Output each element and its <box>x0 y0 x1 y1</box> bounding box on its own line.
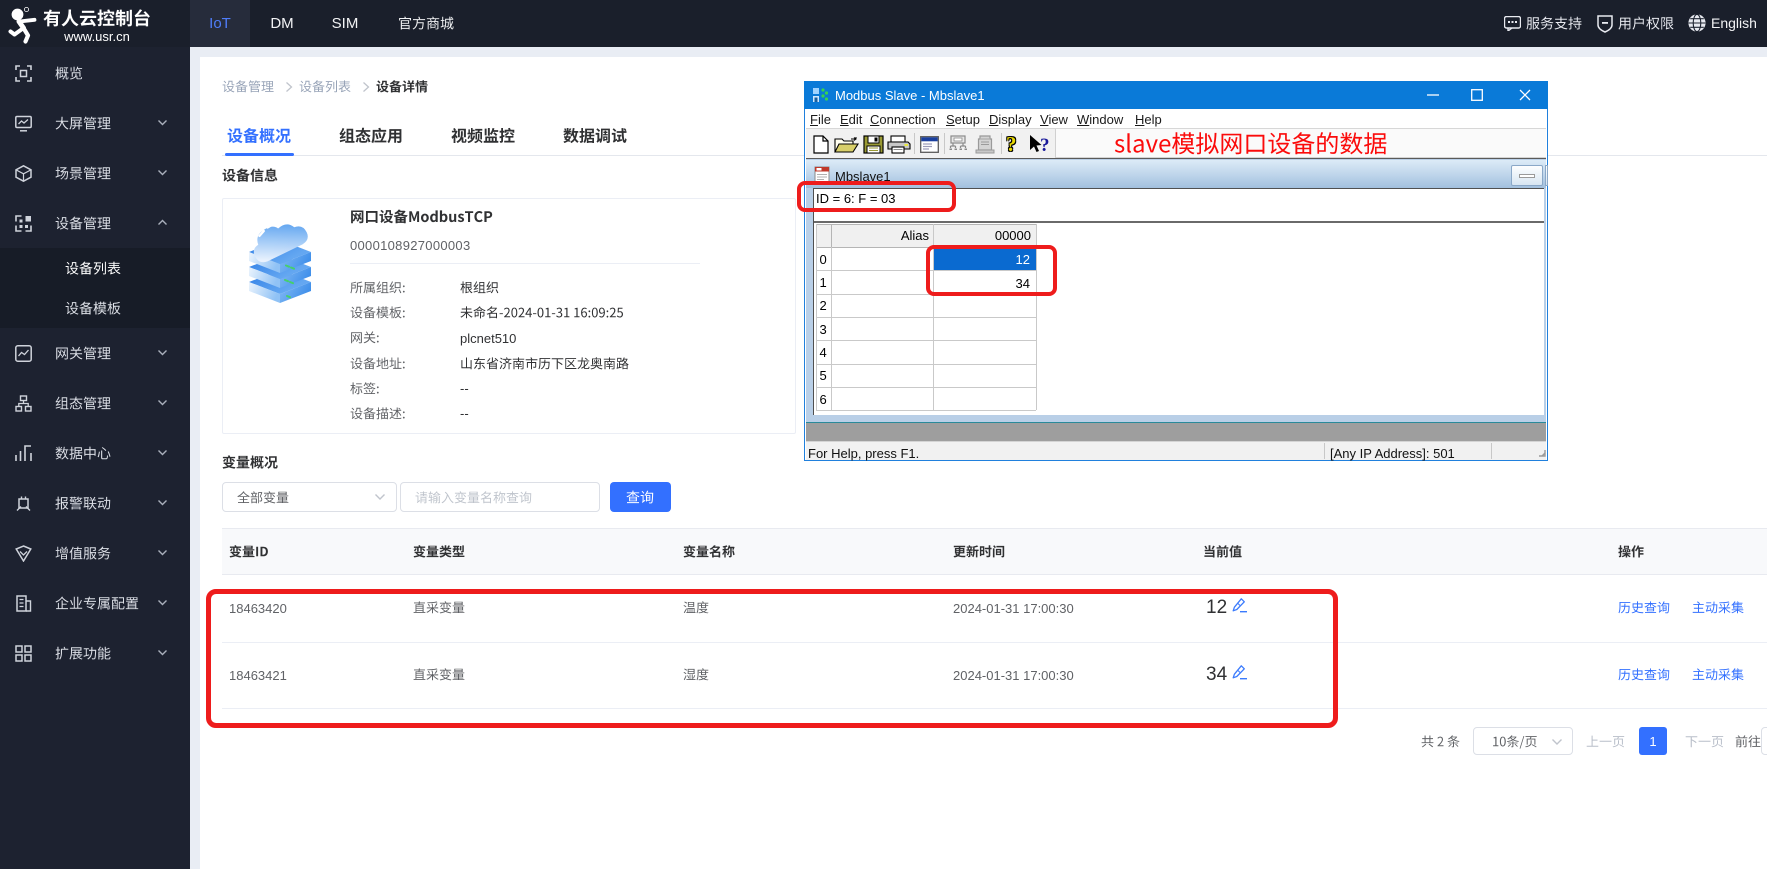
svg-text:?: ? <box>1040 135 1050 156</box>
